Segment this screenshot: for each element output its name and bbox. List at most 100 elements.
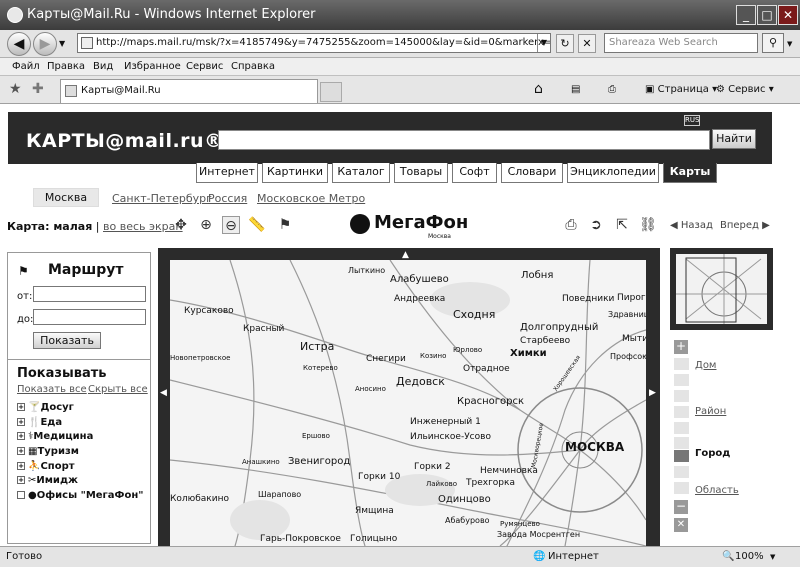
zoom-label-district[interactable]: Район	[695, 406, 726, 417]
show-route-button[interactable]: Показать	[33, 332, 101, 349]
zoom-level-current[interactable]	[674, 450, 689, 462]
zoom-out-icon[interactable]: ⊖	[222, 216, 240, 234]
zoom-level-step[interactable]	[674, 466, 689, 478]
menu-edit[interactable]: Правка	[47, 61, 85, 72]
category-tourism[interactable]: + ▦Туризм	[17, 446, 79, 457]
url-input[interactable]: http://maps.mail.ru/msk/?x=4185749&y=747…	[77, 33, 551, 53]
city-link-spb[interactable]: Санкт-Петербург	[112, 192, 212, 205]
zoom-dropdown-icon[interactable]: ▼	[770, 553, 775, 561]
zoom-level-step[interactable]	[674, 358, 689, 370]
expand-icon[interactable]: +	[17, 418, 25, 426]
expand-icon[interactable]: +	[17, 476, 25, 484]
category-food[interactable]: + 🍴Еда	[17, 417, 62, 428]
service-tab-internet[interactable]: Интернет	[196, 163, 258, 183]
zoom-level-step[interactable]	[674, 482, 689, 494]
map-label: Мыти	[622, 334, 646, 344]
find-button[interactable]: Найти	[712, 129, 756, 149]
menu-help[interactable]: Справка	[231, 61, 275, 72]
hide-all-link[interactable]: Скрыть все	[88, 384, 148, 395]
maximize-button[interactable]: □	[757, 5, 777, 25]
category-medicine[interactable]: + ⚕Медицина	[17, 431, 93, 442]
service-tab-catalog[interactable]: Каталог	[332, 163, 390, 183]
back-button[interactable]: ◀	[7, 32, 31, 56]
show-all-link[interactable]: Показать все	[17, 384, 87, 395]
zoom-in-icon[interactable]: ⊕	[197, 216, 215, 234]
route-to-input[interactable]	[33, 309, 146, 325]
menu-view[interactable]: Вид	[93, 61, 113, 72]
print-icon[interactable]: ⎙	[608, 84, 616, 95]
fullscreen-link[interactable]: во весь экран	[103, 220, 183, 233]
url-dropdown-icon[interactable]: ▼	[537, 34, 550, 52]
refresh-icon[interactable]: ↻	[556, 34, 574, 53]
category-megafon-offices[interactable]: ●Офисы "МегаФон"	[17, 490, 143, 501]
site-logo[interactable]: КАРТЫ@mail.ru®	[26, 130, 224, 152]
pan-icon[interactable]: ✥	[172, 216, 190, 234]
city-link-russia[interactable]: Россия	[208, 192, 247, 205]
add-favorite-icon[interactable]: ✚	[32, 81, 44, 97]
send-icon[interactable]: ➲	[587, 216, 605, 234]
expand-icon[interactable]: +	[17, 462, 25, 470]
pan-north-icon[interactable]: ▲	[402, 250, 409, 260]
site-search-input[interactable]	[218, 130, 710, 150]
export-icon[interactable]: ⇱	[613, 216, 631, 234]
tools-menu[interactable]: ⚙ Сервис ▾	[716, 84, 774, 95]
service-tab-encyclopedia[interactable]: Энциклопедии	[567, 163, 659, 183]
minimap-canvas[interactable]	[676, 254, 767, 324]
expand-icon[interactable]: +	[17, 403, 25, 411]
home-icon[interactable]: ⌂	[534, 81, 543, 97]
favorites-star-icon[interactable]: ★	[9, 81, 22, 97]
menu-file[interactable]: Файл	[12, 61, 40, 72]
zoom-label-region[interactable]: Область	[695, 485, 739, 496]
pan-west-icon[interactable]: ◀	[160, 388, 167, 398]
search-icon[interactable]: ⚲	[762, 33, 784, 53]
megafon-logo[interactable]: МегаФон	[374, 212, 468, 233]
history-back[interactable]: ◀ Назад	[670, 220, 713, 231]
minimize-button[interactable]: _	[736, 5, 756, 25]
service-tab-maps[interactable]: Карты	[663, 163, 717, 183]
zoom-in-button[interactable]: +	[674, 340, 688, 354]
zoom-out-button[interactable]: −	[674, 500, 688, 514]
history-dropdown-icon[interactable]: ▼	[59, 39, 65, 48]
service-tab-dictionaries[interactable]: Словари	[501, 163, 563, 183]
service-tab-goods[interactable]: Товары	[394, 163, 448, 183]
close-button[interactable]: ✕	[778, 5, 798, 25]
city-tab-moscow[interactable]: Москва	[33, 188, 99, 207]
expand-icon[interactable]: +	[17, 432, 25, 440]
print-map-icon[interactable]: ⎙	[562, 216, 580, 234]
page-menu[interactable]: ▣ Страница ▾	[645, 84, 717, 95]
checkbox[interactable]	[17, 491, 25, 499]
category-image[interactable]: + ✂Имидж	[17, 475, 78, 486]
language-badge[interactable]: RUS	[684, 115, 700, 126]
history-forward[interactable]: Вперед ▶	[720, 220, 770, 231]
category-sport[interactable]: + ⛹Спорт	[17, 461, 75, 472]
forward-button[interactable]: ▶	[33, 32, 57, 56]
zoom-level-step[interactable]	[674, 390, 689, 402]
city-link-metro[interactable]: Московское Метро	[257, 192, 365, 205]
ruler-icon[interactable]: 📏	[248, 216, 266, 234]
menu-favorites[interactable]: Избранное	[124, 61, 181, 72]
menu-tools[interactable]: Сервис	[186, 61, 223, 72]
pan-east-icon[interactable]: ▶	[649, 388, 656, 398]
category-leisure[interactable]: + 🍸Досуг	[17, 402, 74, 413]
zoom-level-step[interactable]	[674, 422, 689, 434]
service-tab-images[interactable]: Картинки	[262, 163, 328, 183]
zoom-level[interactable]: 100%	[735, 551, 764, 562]
new-tab-button[interactable]	[320, 82, 342, 102]
fullscreen-toggle-icon[interactable]: ✕	[674, 518, 688, 532]
zoom-label-home[interactable]: Дом	[695, 360, 716, 371]
tab-mail-maps[interactable]: Карты@Mail.Ru	[60, 79, 318, 103]
map-canvas[interactable]: Лыткино Алабушево Лобня Курсаково Андрее…	[170, 260, 646, 546]
link-icon[interactable]: ⛓	[639, 216, 657, 234]
zoom-level-step[interactable]	[674, 406, 689, 418]
expand-icon[interactable]: +	[17, 447, 25, 455]
search-dropdown-icon[interactable]: ▼	[787, 40, 792, 48]
zoom-label-city[interactable]: Город	[695, 448, 730, 459]
stop-icon[interactable]: ✕	[578, 34, 596, 53]
service-tab-soft[interactable]: Софт	[452, 163, 497, 183]
route-flag-icon[interactable]: ⚑	[276, 216, 294, 234]
feeds-icon[interactable]: ▤	[571, 84, 580, 95]
zoom-level-step[interactable]	[674, 374, 689, 386]
zoom-level-step[interactable]	[674, 437, 689, 449]
web-search-input[interactable]: Shareaza Web Search	[604, 33, 758, 53]
route-from-input[interactable]	[33, 286, 146, 302]
